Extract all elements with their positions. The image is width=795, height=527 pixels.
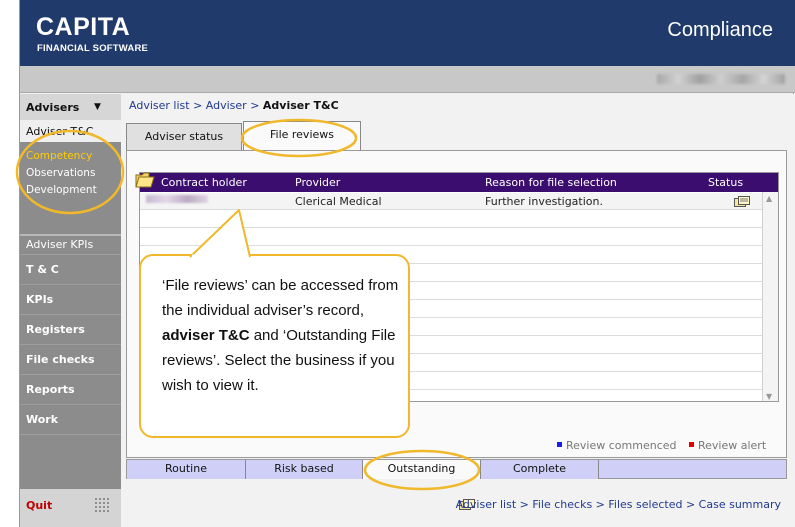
- sidebar-subitem-observations[interactable]: Observations: [26, 167, 95, 179]
- tab-adviser-status[interactable]: Adviser status: [126, 123, 242, 150]
- sidebar-item-file-checks[interactable]: File checks: [26, 353, 95, 366]
- sidebar-section-label: Advisers: [26, 101, 80, 114]
- bottom-tab-bar: Routine Risk based Outstanding Complete: [126, 459, 787, 479]
- header-bar: CAPITA FINANCIAL SOFTWARE Compliance: [20, 0, 795, 66]
- sidebar-footer: Quit: [20, 489, 121, 527]
- grip-icon[interactable]: [94, 497, 111, 514]
- legend-label: Review commenced: [566, 439, 677, 452]
- tab-file-reviews[interactable]: File reviews: [243, 121, 361, 150]
- sidebar-item-kpis[interactable]: KPIs: [26, 293, 53, 306]
- table-header: Contract holder Provider Reason for file…: [140, 173, 778, 192]
- sidebar-item-label: Adviser T&C: [26, 125, 94, 138]
- table-row: [140, 211, 762, 228]
- breadcrumb-separator: >: [250, 99, 260, 112]
- column-header-reason[interactable]: Reason for file selection: [485, 176, 617, 189]
- sidebar-item-adviser-kpis[interactable]: Adviser KPIs: [26, 238, 93, 251]
- legend-review-commenced: Review commenced: [557, 439, 677, 452]
- folder-icon: [135, 171, 155, 189]
- table-row[interactable]: Clerical Medical Further investigation.: [140, 193, 762, 210]
- table-row: [140, 229, 762, 246]
- tab-risk-based[interactable]: Risk based: [246, 460, 363, 479]
- sidebar-subitem-development[interactable]: Development: [26, 184, 97, 196]
- callout-text-bold: adviser T&C: [162, 327, 250, 344]
- sidebar-divider: [20, 344, 121, 345]
- tab-complete[interactable]: Complete: [481, 460, 599, 479]
- logo-subtitle: FINANCIAL SOFTWARE: [37, 43, 149, 54]
- breadcrumb-link-adviser[interactable]: Adviser: [206, 99, 247, 112]
- sidebar-separator: [20, 234, 121, 236]
- blue-square-icon: [557, 442, 562, 447]
- user-bar: [20, 66, 795, 93]
- scroll-up-icon[interactable]: ▲: [766, 194, 772, 203]
- callout-text: ‘File reviews’ can be accessed from the …: [162, 273, 402, 398]
- breadcrumb-separator: >: [193, 99, 203, 112]
- sidebar: Advisers ▼ Adviser T&C Competency Observ…: [20, 94, 121, 527]
- sidebar-item-work[interactable]: Work: [26, 413, 58, 426]
- sidebar-divider: [20, 434, 121, 435]
- legend-label: Review alert: [698, 439, 767, 452]
- tab-outstanding[interactable]: Outstanding: [363, 460, 481, 479]
- chevron-down-icon: ▼: [94, 102, 101, 112]
- breadcrumb-current: Adviser T&C: [262, 99, 339, 112]
- case-summary-link[interactable]: Adviser list > File checks > Files selec…: [456, 498, 781, 511]
- table-scrollbar[interactable]: ▲ ▼: [762, 192, 778, 401]
- sidebar-divider: [20, 314, 121, 315]
- quit-button[interactable]: Quit: [26, 499, 52, 512]
- breadcrumb-link-adviser-list[interactable]: Adviser list: [129, 99, 190, 112]
- column-header-contract-holder[interactable]: Contract holder: [161, 176, 247, 189]
- sidebar-item-reports[interactable]: Reports: [26, 383, 75, 396]
- contract-holder-redacted: [146, 195, 208, 203]
- status-folder-icon[interactable]: [734, 196, 750, 211]
- sidebar-divider: [20, 284, 121, 285]
- legend-review-alert: Review alert: [689, 439, 766, 452]
- sidebar-subitem-competency[interactable]: Competency: [26, 150, 92, 162]
- sidebar-section-advisers[interactable]: Advisers ▼: [20, 94, 121, 120]
- column-header-provider[interactable]: Provider: [295, 176, 340, 189]
- user-name-redacted: [657, 74, 785, 84]
- page-title: Compliance: [667, 19, 773, 41]
- red-square-icon: [689, 442, 694, 447]
- sidebar-divider: [20, 404, 121, 405]
- sidebar-divider: [20, 254, 121, 255]
- sidebar-item-tc[interactable]: T & C: [26, 263, 59, 276]
- instruction-callout: ‘File reviews’ can be accessed from the …: [139, 254, 410, 438]
- sidebar-item-adviser-tc[interactable]: Adviser T&C: [20, 120, 121, 142]
- row-reason: Further investigation.: [485, 195, 603, 208]
- sidebar-item-registers[interactable]: Registers: [26, 323, 85, 336]
- column-header-status[interactable]: Status: [708, 176, 743, 189]
- callout-text-part1: ‘File reviews’ can be accessed from the …: [162, 277, 399, 319]
- tab-routine[interactable]: Routine: [127, 460, 246, 479]
- scroll-down-icon[interactable]: ▼: [766, 392, 772, 401]
- breadcrumb: Adviser list > Adviser > Adviser T&C: [129, 99, 339, 112]
- row-provider: Clerical Medical: [295, 195, 382, 208]
- sidebar-divider: [20, 374, 121, 375]
- logo: CAPITA: [36, 13, 131, 41]
